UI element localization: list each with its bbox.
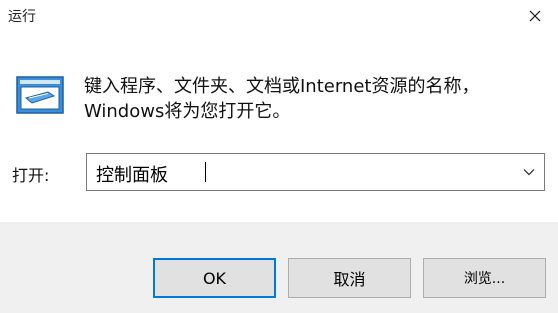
- close-button[interactable]: [512, 0, 558, 32]
- open-combobox[interactable]: 控制面板: [86, 153, 545, 191]
- title-bar: 运行: [0, 0, 558, 32]
- run-dialog-icon: [16, 76, 64, 114]
- text-cursor: [205, 162, 206, 182]
- cancel-button[interactable]: 取消: [288, 258, 411, 298]
- chevron-down-icon: [523, 169, 535, 176]
- open-input[interactable]: 控制面板: [96, 161, 168, 187]
- browse-button[interactable]: 浏览...: [423, 258, 546, 298]
- dialog-description: 键入程序、文件夹、文档或Internet资源的名称，Windows将为您打开它。: [84, 76, 480, 122]
- ok-button[interactable]: OK: [153, 258, 276, 298]
- open-label: 打开:: [12, 166, 50, 185]
- close-icon: [529, 10, 541, 22]
- dropdown-button[interactable]: [514, 154, 544, 190]
- window-title: 运行: [8, 9, 36, 25]
